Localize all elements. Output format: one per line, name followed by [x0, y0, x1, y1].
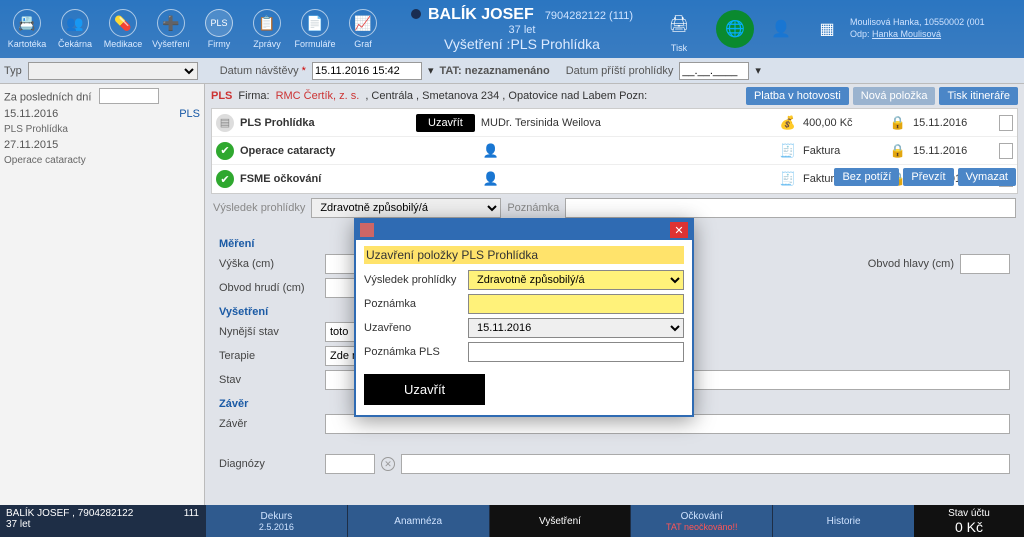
dialog-close-button[interactable]: Uzavřít — [364, 374, 485, 405]
dialog-titlebar[interactable]: ✕ — [356, 220, 692, 240]
close-item-dialog: ✕ Uzavření položky PLS Prohlídka Výslede… — [354, 218, 694, 417]
dialog-result-select[interactable]: Zdravotně způsobilý/á — [468, 270, 684, 290]
dialog-heading: Uzavření položky PLS Prohlídka — [364, 246, 684, 264]
dialog-closed-date-select[interactable]: 15.11.2016 — [468, 318, 684, 338]
close-icon[interactable]: ✕ — [670, 222, 688, 238]
dialog-note-input[interactable] — [468, 294, 684, 314]
dialog-pls-note-input[interactable] — [468, 342, 684, 362]
modal-overlay: ✕ Uzavření položky PLS Prohlídka Výslede… — [0, 0, 1024, 537]
dialog-icon — [360, 223, 374, 237]
